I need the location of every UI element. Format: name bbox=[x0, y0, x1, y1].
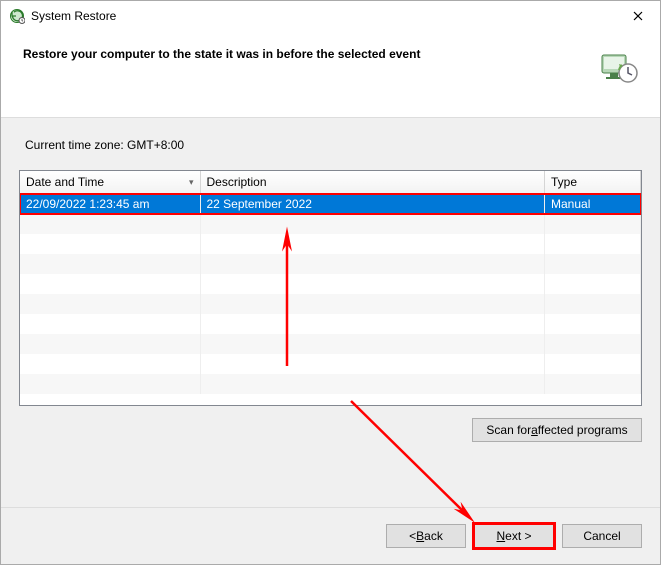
back-button[interactable]: < Back bbox=[386, 524, 466, 548]
table-row bbox=[20, 234, 641, 254]
header-region: Restore your computer to the state it wa… bbox=[1, 31, 660, 118]
table-row bbox=[20, 294, 641, 314]
timezone-label: Current time zone: GMT+8:00 bbox=[19, 138, 642, 152]
col-header-type[interactable]: Type bbox=[545, 171, 641, 194]
titlebar: System Restore bbox=[1, 1, 660, 31]
table-row bbox=[20, 214, 641, 234]
system-restore-window: System Restore Restore your computer to … bbox=[0, 0, 661, 565]
sort-indicator-icon: ▾ bbox=[189, 177, 194, 188]
table-header-row: Date and Time ▾ Description Type bbox=[20, 171, 641, 194]
cell-type: Manual bbox=[545, 194, 641, 214]
table-row bbox=[20, 334, 641, 354]
cell-description: 22 September 2022 bbox=[200, 194, 545, 214]
cancel-button[interactable]: Cancel bbox=[562, 524, 642, 548]
scan-affected-button[interactable]: Scan for affected programs bbox=[472, 418, 642, 442]
table-row bbox=[20, 254, 641, 274]
table-row bbox=[20, 374, 641, 394]
table-row bbox=[20, 354, 641, 374]
cell-date: 22/09/2022 1:23:45 am bbox=[20, 194, 200, 214]
restore-large-icon bbox=[598, 47, 638, 87]
header-text: Restore your computer to the state it wa… bbox=[23, 47, 420, 61]
table-row bbox=[20, 274, 641, 294]
close-icon bbox=[633, 11, 643, 21]
restore-icon bbox=[9, 8, 25, 24]
col-header-date[interactable]: Date and Time ▾ bbox=[20, 171, 200, 194]
wizard-footer: < Back Next > Cancel bbox=[1, 507, 660, 564]
restore-points-table[interactable]: Date and Time ▾ Description Type 22/09/2… bbox=[19, 170, 642, 406]
table-row bbox=[20, 314, 641, 334]
body-region: Current time zone: GMT+8:00 Date and Tim… bbox=[1, 118, 660, 507]
col-header-description[interactable]: Description bbox=[200, 171, 545, 194]
window-title: System Restore bbox=[31, 9, 615, 23]
next-button[interactable]: Next > bbox=[474, 524, 554, 548]
close-button[interactable] bbox=[615, 2, 660, 31]
table-row[interactable]: 22/09/2022 1:23:45 am22 September 2022Ma… bbox=[20, 194, 641, 214]
